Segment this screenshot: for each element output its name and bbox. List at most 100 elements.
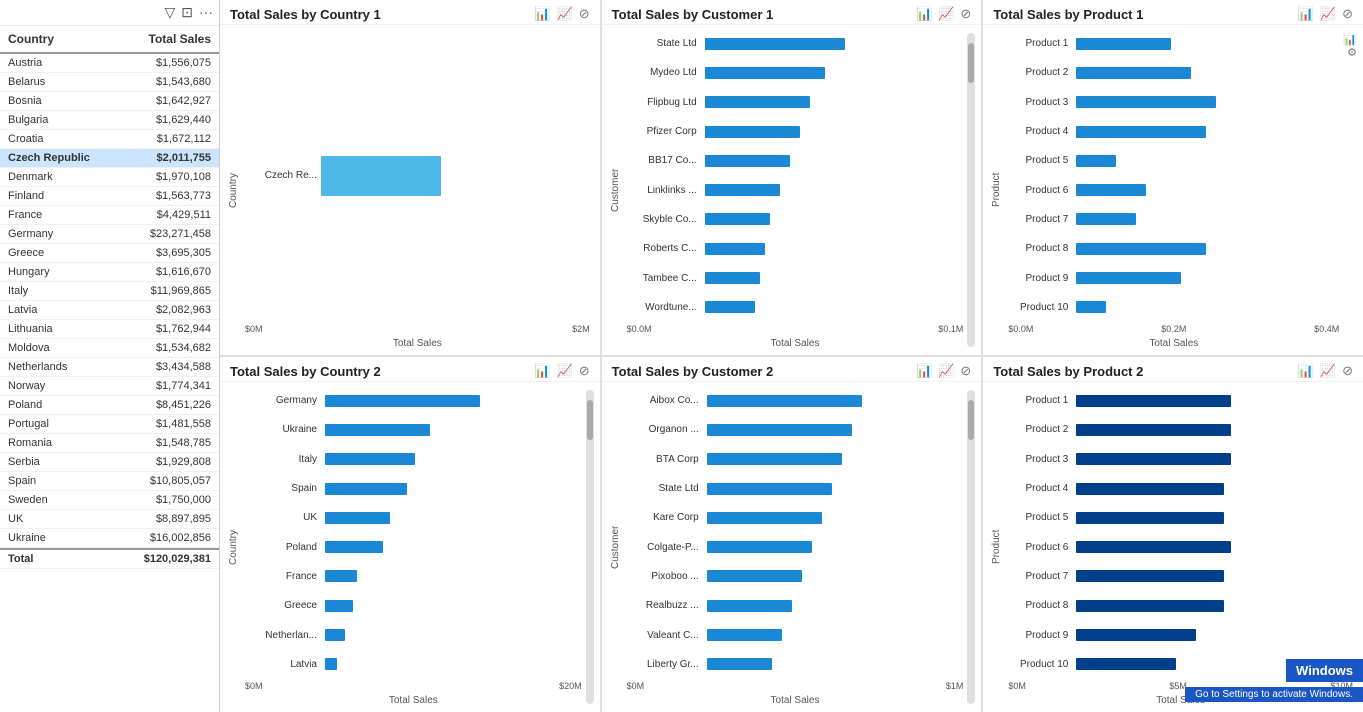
- table-row[interactable]: Portugal $1,481,558: [0, 415, 219, 434]
- expand-icon[interactable]: ⊡: [181, 4, 193, 21]
- bar-label: Realbuzz ...: [627, 600, 699, 611]
- table-row[interactable]: Norway $1,774,341: [0, 377, 219, 396]
- x-tick: $2M: [572, 324, 590, 334]
- bar-row: Product 2: [1008, 422, 1353, 438]
- chart-icon-block[interactable]: ⊘: [579, 363, 590, 379]
- scrollbar-country-2[interactable]: [586, 390, 594, 704]
- table-row[interactable]: Hungary $1,616,670: [0, 263, 219, 282]
- chart-header-country-2: Total Sales by Country 2 📊 📈 ⊘: [220, 357, 600, 382]
- bars-area-country-2: Germany Ukraine Italy Spain UK Poland Fr…: [241, 386, 586, 679]
- chart-extra-icon2[interactable]: ⚙: [1347, 46, 1357, 59]
- chart-icon-bar1[interactable]: 📊: [1298, 6, 1314, 22]
- table-row[interactable]: Italy $11,969,865: [0, 282, 219, 301]
- table-row[interactable]: UK $8,897,895: [0, 510, 219, 529]
- bar-row: Flipbug Ltd: [627, 94, 964, 110]
- bar-chart-inner-customer-1: State Ltd Mydeo Ltd Flipbug Ltd Pfizer C…: [623, 29, 968, 351]
- bar-fill: [705, 213, 770, 225]
- row-sales: $11,969,865: [121, 285, 211, 297]
- chart-icon-block[interactable]: ⊘: [1342, 6, 1353, 22]
- bar-fill: [325, 629, 345, 641]
- chart-icon-bar1[interactable]: 📊: [1298, 363, 1314, 379]
- table-body[interactable]: Austria $1,556,075 Belarus $1,543,680 Bo…: [0, 54, 219, 712]
- table-row[interactable]: Austria $1,556,075: [0, 54, 219, 73]
- chart-icon-block[interactable]: ⊘: [960, 6, 971, 22]
- table-row[interactable]: Bosnia $1,642,927: [0, 92, 219, 111]
- bar-fill: [707, 570, 802, 582]
- chart-extra-icon[interactable]: 📊: [1343, 33, 1357, 46]
- bar-label: Product 8: [1008, 600, 1068, 611]
- x-tick: $0M: [627, 681, 645, 691]
- chart-icon-bar2[interactable]: 📈: [1320, 363, 1336, 379]
- bar-row: UK: [245, 510, 582, 526]
- table-row[interactable]: Moldova $1,534,682: [0, 339, 219, 358]
- table-row[interactable]: Bulgaria $1,629,440: [0, 111, 219, 130]
- header-country: Country: [8, 32, 121, 46]
- bar-row: State Ltd: [627, 36, 964, 52]
- table-row[interactable]: Poland $8,451,226: [0, 396, 219, 415]
- table-row[interactable]: Romania $1,548,785: [0, 434, 219, 453]
- chart-icon-block[interactable]: ⊘: [1342, 363, 1353, 379]
- bar-row: Skyble Co...: [627, 211, 964, 227]
- chart-icon-bar1[interactable]: 📊: [534, 363, 550, 379]
- scrollbar-customer-2[interactable]: [967, 390, 975, 704]
- table-row[interactable]: Latvia $2,082,963: [0, 301, 219, 320]
- table-row[interactable]: Serbia $1,929,808: [0, 453, 219, 472]
- table-row[interactable]: Belarus $1,543,680: [0, 73, 219, 92]
- row-country: Denmark: [8, 171, 121, 183]
- bar-fill: [705, 96, 810, 108]
- bar-label: Tambee C...: [627, 273, 697, 284]
- chart-icon-bar2[interactable]: 📈: [938, 363, 954, 379]
- row-sales: $1,642,927: [121, 95, 211, 107]
- x-tick: $0M: [245, 324, 263, 334]
- table-row[interactable]: Greece $3,695,305: [0, 244, 219, 263]
- bar-fill: [325, 658, 337, 670]
- table-row[interactable]: Ukraine $16,002,856: [0, 529, 219, 548]
- table-row[interactable]: Croatia $1,672,112: [0, 130, 219, 149]
- chart-icon-bar1[interactable]: 📊: [916, 363, 932, 379]
- bar-fill: [1076, 483, 1224, 495]
- table-row[interactable]: Denmark $1,970,108: [0, 168, 219, 187]
- bar-fill: [707, 424, 852, 436]
- bar-label: Product 4: [1008, 483, 1068, 494]
- x-label-country-2: Total Sales: [241, 693, 586, 708]
- row-country: Sweden: [8, 494, 121, 506]
- table-row[interactable]: Czech Republic $2,011,755: [0, 149, 219, 168]
- table-row[interactable]: France $4,429,511: [0, 206, 219, 225]
- more-icon[interactable]: ···: [199, 4, 213, 21]
- bar-row: Greece: [245, 598, 582, 614]
- table-row[interactable]: Netherlands $3,434,588: [0, 358, 219, 377]
- scrollbar-customer-1[interactable]: [967, 33, 975, 347]
- chart-title-country-2: Total Sales by Country 2: [230, 364, 528, 379]
- bar-label: Pixoboo ...: [627, 571, 699, 582]
- bar-chart-inner-country-1: Czech Re... $0M $2M Total Sales: [241, 29, 594, 351]
- table-row[interactable]: Lithuania $1,762,944: [0, 320, 219, 339]
- bar-fill: [705, 126, 800, 138]
- bar-fill: [707, 629, 782, 641]
- toolbar: ▽ ⊡ ···: [0, 0, 219, 26]
- bar-row: Product 9: [1008, 270, 1339, 286]
- bar-label: Czech Re...: [245, 170, 317, 181]
- bar-fill: [705, 38, 845, 50]
- filter-icon[interactable]: ▽: [164, 4, 175, 21]
- chart-icon-bar2[interactable]: 📈: [557, 363, 573, 379]
- chart-icon-bar1[interactable]: 📊: [916, 6, 932, 22]
- left-panel: ▽ ⊡ ··· Country Total Sales Austria $1,5…: [0, 0, 220, 712]
- chart-body-country-2: Country Germany Ukraine Italy Spain UK P…: [220, 382, 600, 712]
- table-row[interactable]: Germany $23,271,458: [0, 225, 219, 244]
- chart-icon-bar1[interactable]: 📊: [534, 6, 550, 22]
- chart-icon-bar2[interactable]: 📈: [1320, 6, 1336, 22]
- bar-label: Netherlan...: [245, 630, 317, 641]
- row-country: Austria: [8, 57, 121, 69]
- chart-icon-block[interactable]: ⊘: [960, 363, 971, 379]
- chart-icon-block[interactable]: ⊘: [579, 6, 590, 22]
- row-sales: $1,563,773: [121, 190, 211, 202]
- table-row[interactable]: Finland $1,563,773: [0, 187, 219, 206]
- chart-icon-bar2[interactable]: 📈: [557, 6, 573, 22]
- row-country: Hungary: [8, 266, 121, 278]
- bar-fill: [1076, 96, 1216, 108]
- table-row[interactable]: Sweden $1,750,000: [0, 491, 219, 510]
- bar-label: Latvia: [245, 659, 317, 670]
- table-row[interactable]: Spain $10,805,057: [0, 472, 219, 491]
- chart-icon-bar2[interactable]: 📈: [938, 6, 954, 22]
- bar-row: Product 8: [1008, 598, 1353, 614]
